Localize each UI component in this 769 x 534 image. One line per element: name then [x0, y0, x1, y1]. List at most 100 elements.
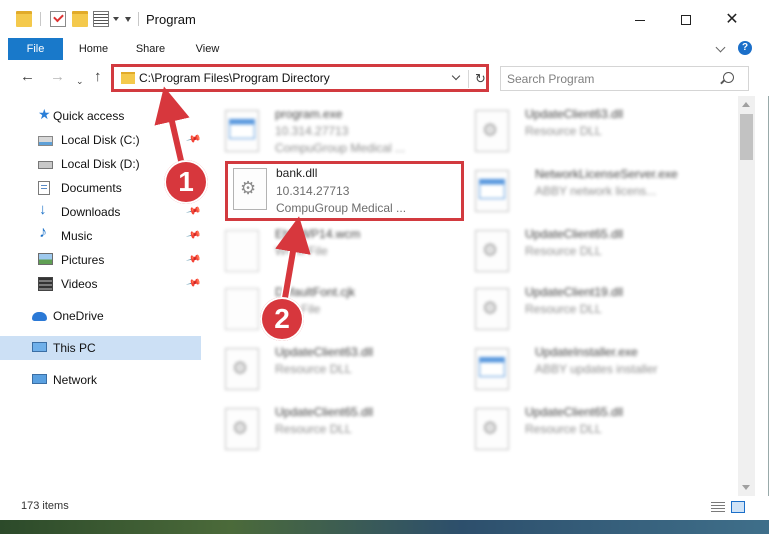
list-item[interactable]: UpdateClient63.dll Resource DLL	[215, 340, 455, 398]
sidebar-item-label: Pictures	[61, 253, 105, 267]
tiles-view-icon[interactable]	[731, 501, 745, 513]
sidebar-item-label: Music	[61, 229, 93, 243]
list-item[interactable]: UpdateClient65.dll Resource DLL	[465, 222, 705, 280]
up-button[interactable]: ↑	[94, 67, 102, 87]
tab-home[interactable]: Home	[71, 38, 116, 60]
network-icon	[32, 374, 47, 384]
list-item[interactable]: EhtoWP14.wcm WCM File	[215, 222, 455, 280]
title-bar: Program ✕	[0, 0, 769, 38]
help-icon[interactable]: ?	[738, 41, 752, 55]
search-box[interactable]	[500, 66, 749, 91]
scroll-thumb[interactable]	[740, 114, 753, 160]
exe-file-icon	[225, 110, 259, 152]
close-button[interactable]: ✕	[712, 6, 752, 34]
sidebar-item-downloads[interactable]: Downloads 📌	[0, 200, 201, 224]
list-item[interactable]: DefaultFont.cjk CJK File	[215, 280, 455, 338]
properties-check-icon[interactable]	[50, 11, 66, 27]
ribbon-tabs: File Home Share View ?	[0, 38, 769, 61]
file-name: NetworkLicenseServer.exe	[535, 167, 678, 181]
list-item[interactable]: program.exe 10.314.27713 CompuGroup Medi…	[215, 102, 455, 160]
chevron-down-icon[interactable]	[113, 17, 119, 21]
status-bar: 173 items	[0, 496, 769, 520]
folder-icon	[16, 11, 32, 27]
callout-1: 1	[164, 160, 208, 204]
documents-icon	[38, 181, 50, 195]
desktop-background	[0, 520, 769, 534]
list-item[interactable]: UpdateClient65.dll Resource DLL	[465, 400, 705, 458]
scroll-down-icon[interactable]	[742, 485, 750, 490]
expand-ribbon-icon[interactable]	[715, 42, 726, 53]
search-icon[interactable]	[723, 72, 734, 83]
recent-locations-icon[interactable]: ⌄	[76, 71, 84, 91]
vertical-scrollbar[interactable]	[738, 96, 755, 496]
dll-file-icon	[475, 230, 509, 272]
pictures-icon	[38, 253, 53, 265]
sidebar-item-pictures[interactable]: Pictures 📌	[0, 248, 201, 272]
exe-file-icon	[475, 170, 509, 212]
file-version: 10.314.27713	[275, 124, 349, 138]
file-type: Resource DLL	[525, 302, 602, 316]
sidebar-item-label: OneDrive	[53, 309, 104, 323]
pin-icon: 📌	[185, 275, 202, 292]
file-type: WCM File	[275, 244, 328, 258]
dll-file-icon	[225, 348, 259, 390]
new-folder-icon[interactable]	[72, 11, 88, 27]
sidebar-item-music[interactable]: Music 📌	[0, 224, 201, 248]
back-button[interactable]: ←	[20, 67, 35, 87]
sidebar-item-local-disk-c[interactable]: Local Disk (C:) 📌	[0, 128, 201, 152]
scroll-up-icon[interactable]	[742, 102, 750, 107]
file-name: UpdateInstaller.exe	[535, 345, 638, 359]
cloud-icon	[32, 312, 47, 321]
sidebar-item-this-pc[interactable]: This PC	[0, 336, 201, 360]
tab-view[interactable]: View	[185, 38, 230, 60]
item-count: 173 items	[21, 500, 69, 512]
details-view-icon[interactable]	[711, 502, 725, 513]
minimize-icon	[635, 19, 645, 21]
file-icon	[225, 230, 259, 272]
file-company: CompuGroup Medical ...	[275, 141, 406, 155]
list-item[interactable]: NetworkLicenseServer.exe ABBY network li…	[465, 162, 705, 220]
download-icon	[38, 201, 53, 219]
sidebar-item-videos[interactable]: Videos 📌	[0, 272, 201, 296]
callout-2: 2	[260, 297, 304, 341]
dll-file-icon	[475, 288, 509, 330]
file-name: UpdateClient65.dll	[525, 405, 624, 419]
file-type: Resource DLL	[275, 422, 352, 436]
tab-share[interactable]: Share	[128, 38, 173, 60]
sidebar-item-label: Network	[53, 373, 98, 387]
sidebar-item-onedrive[interactable]: OneDrive	[0, 304, 201, 328]
minimize-button[interactable]	[620, 6, 660, 34]
forward-button[interactable]: →	[50, 67, 65, 87]
tab-file[interactable]: File	[8, 38, 63, 60]
dll-file-icon	[225, 408, 259, 450]
sidebar-item-network[interactable]: Network	[0, 368, 201, 392]
computer-icon	[32, 342, 47, 352]
separator	[40, 12, 41, 26]
view-options-icon[interactable]	[93, 11, 109, 27]
file-name: UpdateClient65.dll	[525, 227, 624, 241]
search-input[interactable]	[507, 70, 707, 87]
list-item[interactable]: UpdateClient63.dll Resource DLL	[465, 102, 705, 160]
customize-toolbar-icon[interactable]	[125, 17, 131, 22]
dll-file-icon	[475, 110, 509, 152]
maximize-button[interactable]	[666, 6, 706, 34]
maximize-icon	[681, 15, 691, 25]
separator	[138, 12, 139, 26]
pin-icon: 📌	[185, 203, 202, 220]
file-type: Resource DLL	[275, 362, 352, 376]
address-bar-highlight	[111, 64, 489, 92]
window-title: Program	[146, 12, 196, 27]
sidebar-item-quick-access[interactable]: Quick access	[0, 104, 201, 128]
disk-icon	[38, 161, 53, 169]
list-item[interactable]: UpdateClient19.dll Resource DLL	[465, 280, 705, 338]
sidebar-item-label: This PC	[53, 341, 96, 355]
close-icon: ✕	[725, 11, 739, 28]
sidebar-item-label: Local Disk (D:)	[61, 157, 140, 171]
sidebar-item-label: Quick access	[53, 109, 125, 123]
list-item[interactable]: UpdateInstaller.exe ABBY updates install…	[465, 340, 705, 398]
file-name: UpdateClient19.dll	[525, 285, 624, 299]
list-item[interactable]: UpdateClient65.dll Resource DLL	[215, 400, 455, 458]
sidebar-item-label: Local Disk (C:)	[61, 133, 140, 147]
navigation-pane: Quick access Local Disk (C:) 📌 Local Dis…	[0, 100, 205, 496]
dll-file-icon	[475, 408, 509, 450]
